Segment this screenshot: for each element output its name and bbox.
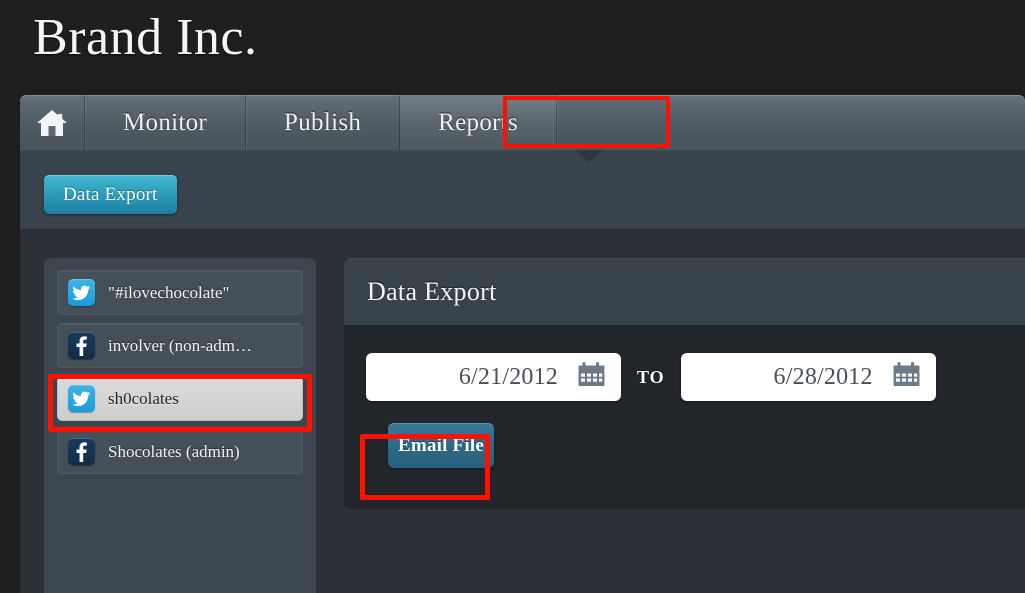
date-range-row: 6/21/2012 TO 6/28/2012 — [366, 353, 1025, 401]
email-file-button[interactable]: Email File — [388, 423, 494, 468]
report-subtoolbar: Data Export — [20, 150, 1025, 230]
list-item-account-0[interactable]: "#ilovechocolate" — [57, 270, 303, 315]
date-range-separator: TO — [637, 366, 665, 387]
twitter-bird-icon — [68, 279, 95, 306]
page-title: Brand Inc. — [33, 9, 258, 66]
list-item-account-2[interactable]: sh0colates — [57, 376, 303, 421]
app-root: Brand Inc. Monitor Publish Reports Data … — [0, 0, 1025, 593]
start-date-input[interactable]: 6/21/2012 — [366, 353, 621, 401]
email-file-button-label: Email File — [398, 434, 484, 456]
end-date-input[interactable]: 6/28/2012 — [680, 353, 936, 401]
facebook-f-icon — [68, 438, 95, 465]
data-export-panel-title: Data Export — [367, 276, 497, 306]
list-item-account-1[interactable]: involver (non-adm… — [57, 323, 303, 368]
active-tab-arrow-indicator — [575, 150, 603, 163]
end-date-value: 6/28/2012 — [773, 363, 873, 390]
tab-publish[interactable]: Publish — [246, 95, 401, 150]
tab-monitor[interactable]: Monitor — [85, 95, 247, 150]
data-export-panel: Data Export 6/21/2012 TO 6/28/2012 Email… — [344, 258, 1025, 509]
tab-reports[interactable]: Reports — [400, 95, 558, 150]
data-export-button-label: Data Export — [63, 183, 158, 205]
data-export-panel-body: 6/21/2012 TO 6/28/2012 Email File — [344, 326, 1025, 468]
data-export-button[interactable]: Data Export — [44, 175, 177, 214]
home-icon — [35, 108, 69, 138]
twitter-bird-icon — [68, 385, 95, 412]
nav-home-button[interactable] — [20, 95, 85, 150]
nav-empty-space — [557, 95, 1025, 150]
tab-publish-label: Publish — [284, 108, 362, 136]
list-item-account-3[interactable]: Shocolates (admin) — [57, 429, 303, 474]
data-export-panel-header: Data Export — [344, 258, 1025, 326]
account-list-panel: "#ilovechocolate" involver (non-adm… sh0… — [44, 258, 316, 593]
list-item-account-2-label: sh0colates — [108, 388, 179, 408]
list-item-account-3-label: Shocolates (admin) — [108, 441, 240, 461]
tab-reports-label: Reports — [438, 108, 519, 136]
tab-monitor-label: Monitor — [123, 108, 208, 136]
list-item-account-0-label: "#ilovechocolate" — [108, 282, 230, 302]
facebook-f-icon — [68, 332, 95, 359]
start-date-value: 6/21/2012 — [458, 363, 558, 390]
list-item-account-1-label: involver (non-adm… — [108, 335, 252, 355]
main-navigation: Monitor Publish Reports — [20, 95, 1025, 150]
calendar-icon[interactable] — [578, 362, 605, 392]
calendar-icon[interactable] — [893, 362, 920, 392]
